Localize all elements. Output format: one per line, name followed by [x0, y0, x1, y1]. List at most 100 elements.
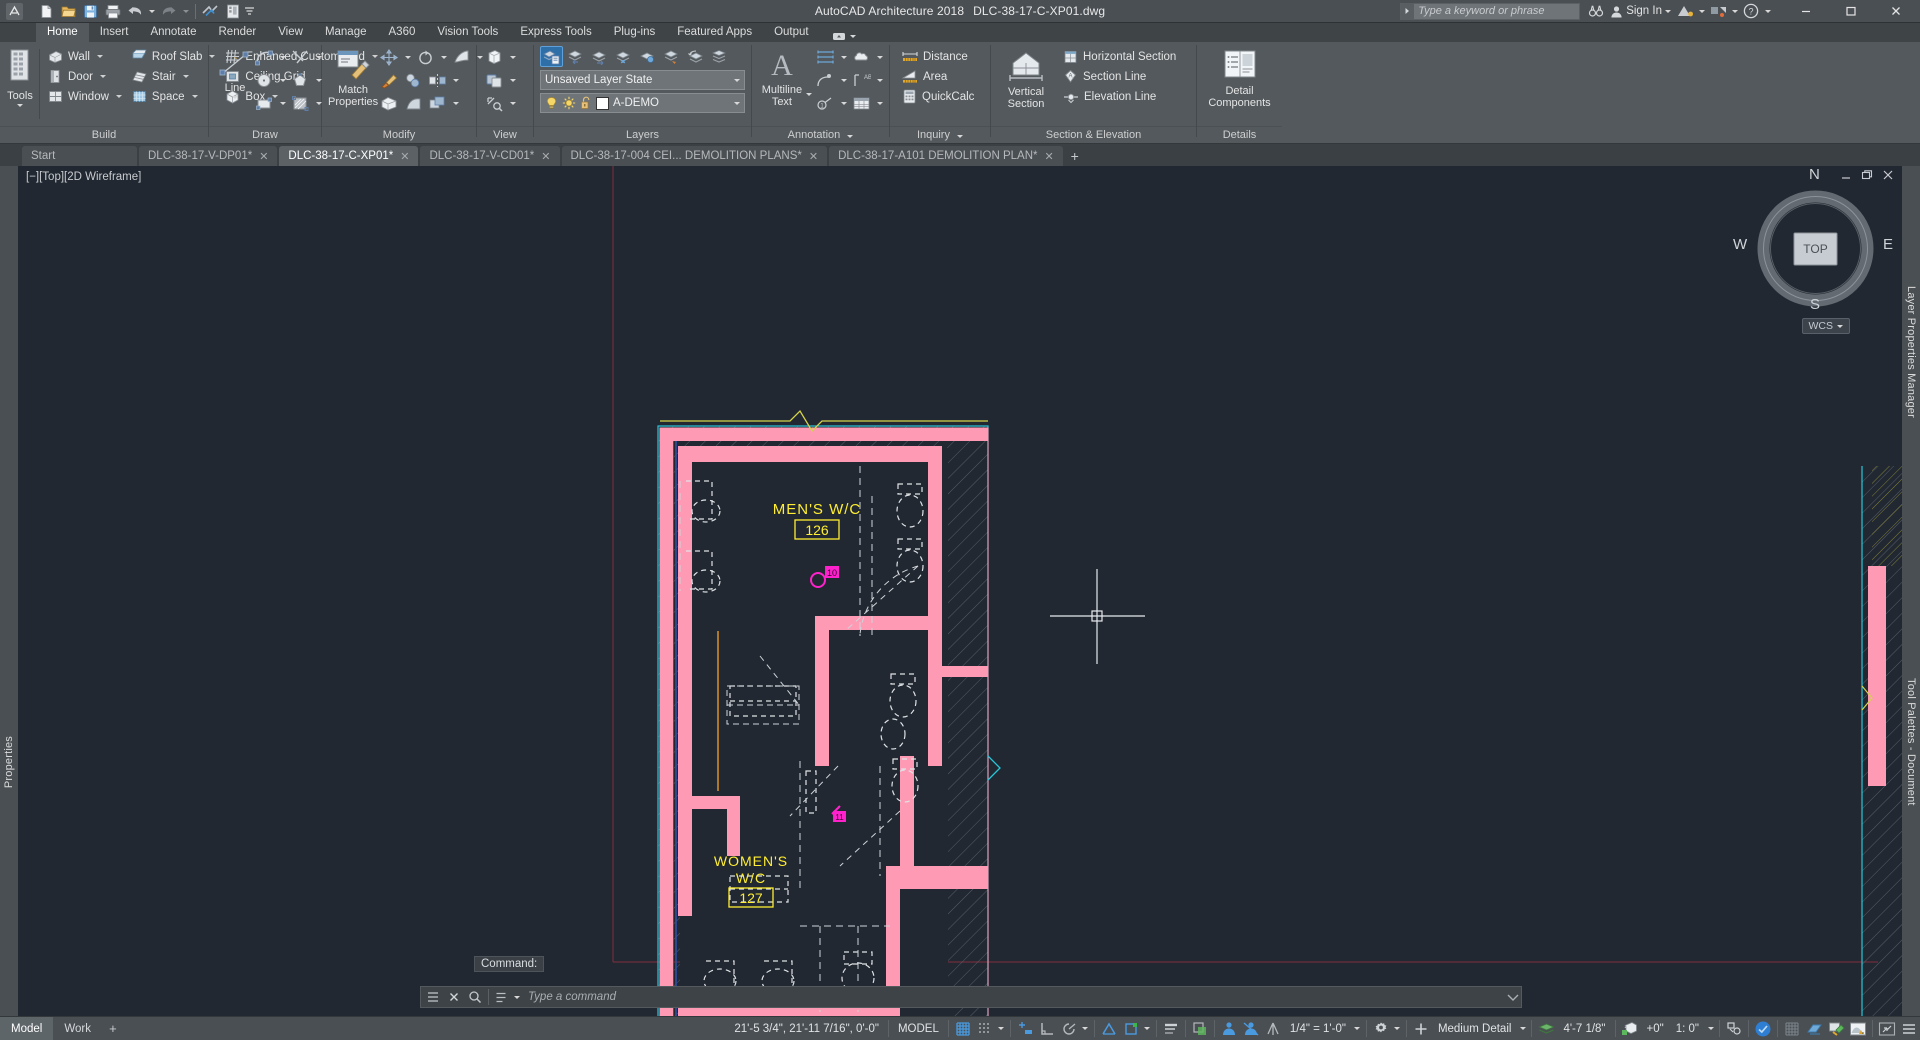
add-display-config-icon[interactable]	[1410, 1018, 1432, 1040]
search-dropdown-icon[interactable]	[1401, 2, 1415, 20]
visual-style-icon[interactable]	[483, 47, 506, 68]
add-layout-button[interactable]: +	[102, 1021, 124, 1036]
ribbon-tab-view[interactable]: View	[267, 23, 314, 42]
file-tab-004-cei[interactable]: DLC-38-17-004 CEI... DEMOLITION PLANS* ✕	[561, 146, 828, 166]
save-icon[interactable]	[80, 1, 101, 21]
move-dropdown-icon[interactable]	[402, 47, 413, 68]
plot-icon[interactable]	[102, 1, 123, 21]
lineweight-icon[interactable]	[1160, 1018, 1182, 1040]
horizontal-section-button[interactable]: Horizontal Section	[1060, 47, 1179, 66]
offset-icon[interactable]	[426, 93, 449, 114]
search-input[interactable]: Type a keyword or phrase	[1400, 2, 1581, 20]
new-tab-button[interactable]: +	[1065, 146, 1085, 166]
command-history-icon[interactable]	[493, 987, 512, 1007]
cross-lines-icon[interactable]	[289, 47, 312, 68]
layer-properties-icon[interactable]	[540, 46, 563, 67]
quickcalc-button[interactable]: QuickCalc	[899, 87, 977, 106]
ribbon-tab-insert[interactable]: Insert	[89, 23, 140, 42]
dimension-dropdown-icon[interactable]	[838, 47, 849, 68]
line-button[interactable]: Line	[217, 46, 253, 99]
help-search-icon[interactable]	[1585, 1, 1607, 22]
viewport-close-icon[interactable]	[1882, 169, 1894, 181]
autodesk-app-dropdown-icon[interactable]	[1696, 0, 1707, 22]
elevation-line-button[interactable]: Elevation Line	[1060, 87, 1179, 106]
visual-style-dropdown-icon[interactable]	[507, 47, 518, 68]
file-tab-dp01[interactable]: DLC-38-17-V-DP01* ✕	[139, 146, 278, 166]
layer-make-current-icon[interactable]	[564, 46, 587, 67]
stair-button[interactable]: Stair	[129, 67, 219, 86]
fullscreen-icon[interactable]	[1876, 1018, 1898, 1040]
ribbon-tab-express-tools[interactable]: Express Tools	[509, 23, 602, 42]
layer-state-combo[interactable]: Unsaved Layer State	[540, 70, 745, 90]
qat-overflow-icon[interactable]	[244, 1, 255, 21]
layer-merge-icon[interactable]	[708, 46, 731, 67]
osnap-icon[interactable]	[1098, 1018, 1120, 1040]
ribbon-tab-overflow[interactable]	[832, 31, 856, 42]
command-input[interactable]: Type a command	[522, 991, 1505, 1003]
lightbulb-icon[interactable]	[545, 96, 558, 110]
ribbon-tab-home[interactable]: Home	[36, 23, 89, 42]
polar-tracking-icon[interactable]	[1058, 1018, 1080, 1040]
application-menu-button[interactable]	[4, 2, 24, 21]
multiline-text-button[interactable]: A Multiline Text	[759, 46, 805, 108]
window-button[interactable]: Window	[45, 87, 125, 106]
file-tab-cd01-close-icon[interactable]: ✕	[541, 150, 550, 163]
exchange-apps-icon[interactable]	[1707, 1, 1729, 22]
undo-dropdown-icon[interactable]	[146, 1, 157, 21]
layer-color-swatch[interactable]	[596, 96, 609, 110]
file-tab-004-cei-close-icon[interactable]: ✕	[809, 150, 818, 163]
offset-dropdown-icon[interactable]	[450, 93, 461, 114]
rectangle-dropdown-icon[interactable]	[277, 93, 288, 114]
close-button[interactable]	[1873, 0, 1918, 23]
copy-icon[interactable]	[402, 70, 425, 91]
current-layer-caret-icon[interactable]	[734, 101, 740, 105]
selection-cycling-icon[interactable]	[1218, 1018, 1240, 1040]
transparency-icon[interactable]	[1189, 1018, 1211, 1040]
space-button[interactable]: Space	[129, 87, 219, 106]
vertical-section-button[interactable]: Vertical Section	[998, 46, 1054, 110]
help-dropdown-icon[interactable]	[1762, 0, 1773, 22]
file-tab-start[interactable]: Start	[22, 146, 137, 166]
viewport-minimize-icon[interactable]	[1840, 169, 1852, 181]
viewport-config-icon[interactable]	[483, 70, 506, 91]
space-dropdown-icon[interactable]	[191, 95, 198, 98]
ribbon-tab-annotate[interactable]: Annotate	[139, 23, 207, 42]
model-tab[interactable]: Model	[0, 1016, 54, 1040]
viewport-config-dropdown-icon[interactable]	[507, 70, 518, 91]
model-space-indicator[interactable]: MODEL	[892, 1023, 945, 1035]
table-icon[interactable]	[850, 93, 873, 114]
snap-icon[interactable]	[974, 1018, 996, 1040]
elevation-offset-value[interactable]: +0"	[1641, 1023, 1670, 1035]
undo-icon[interactable]	[124, 1, 145, 21]
dimension-icon[interactable]	[814, 47, 837, 68]
view-cube[interactable]: TOP N S W E	[1733, 166, 1893, 313]
unlock-icon[interactable]	[580, 96, 592, 110]
table-dropdown-icon[interactable]	[874, 93, 885, 114]
ortho-icon[interactable]	[1036, 1018, 1058, 1040]
rectangle-icon[interactable]	[253, 93, 276, 114]
ribbon-tab-manage[interactable]: Manage	[314, 23, 378, 42]
door-dropdown-icon[interactable]	[99, 75, 106, 78]
elevation-offset-icon[interactable]: z	[1619, 1018, 1641, 1040]
distance-button[interactable]: Distance	[899, 47, 977, 66]
content-browser-icon[interactable]	[222, 1, 243, 21]
ribbon-tab-plugins[interactable]: Plug-ins	[603, 23, 667, 42]
command-line[interactable]: Type a command	[420, 986, 1522, 1008]
cut-plane-value[interactable]: 4'-7 1/8"	[1557, 1023, 1611, 1035]
mirror-dropdown-icon[interactable]	[450, 70, 461, 91]
grid-icon[interactable]	[952, 1018, 974, 1040]
cloud-revision-icon[interactable]	[850, 47, 873, 68]
file-tab-xp01[interactable]: DLC-38-17-C-XP01* ✕	[279, 146, 419, 166]
workspace-gear-icon[interactable]	[1370, 1018, 1392, 1040]
properties-palette-rail[interactable]: Properties	[0, 166, 18, 1016]
bubble-icon[interactable]: 1	[814, 93, 837, 114]
zoom-extents-icon[interactable]	[483, 93, 506, 114]
annotation-scale-caret-icon[interactable]	[1352, 1018, 1363, 1040]
redo-dropdown-icon[interactable]	[180, 1, 191, 21]
mirror-icon[interactable]	[426, 70, 449, 91]
file-tab-dp01-close-icon[interactable]: ✕	[259, 150, 268, 163]
paint-brush-icon[interactable]	[378, 70, 401, 91]
drawing-canvas[interactable]: Properties Layer Properties Manager Tool…	[0, 166, 1920, 1016]
hardware-acceleration-icon[interactable]	[1803, 1018, 1825, 1040]
ribbon-tab-vision-tools[interactable]: Vision Tools	[426, 23, 509, 42]
